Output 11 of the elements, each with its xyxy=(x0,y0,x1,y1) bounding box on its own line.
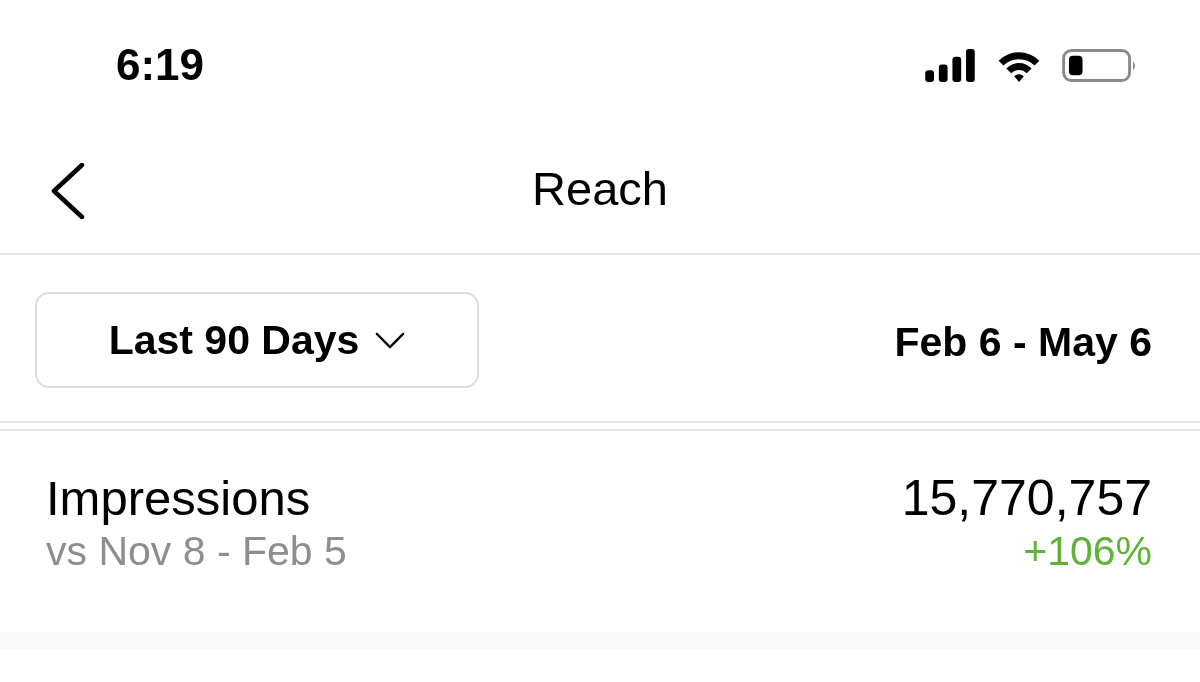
signal-icon xyxy=(925,48,976,82)
date-range: Feb 6 - May 6 xyxy=(894,318,1152,367)
battery-icon xyxy=(1062,48,1138,82)
percent-change: +106% xyxy=(1023,527,1152,575)
caret-icon xyxy=(375,331,406,349)
period-dropdown[interactable]: Last 90 Days xyxy=(35,292,479,388)
comparison-period: vs Nov 8 - Feb 5 xyxy=(46,527,347,575)
status-time: 6:19 xyxy=(116,40,205,90)
page-title: Reach xyxy=(532,160,668,217)
metric-value: 15,770,757 xyxy=(901,469,1152,527)
metric-name: Impressions xyxy=(46,470,312,527)
